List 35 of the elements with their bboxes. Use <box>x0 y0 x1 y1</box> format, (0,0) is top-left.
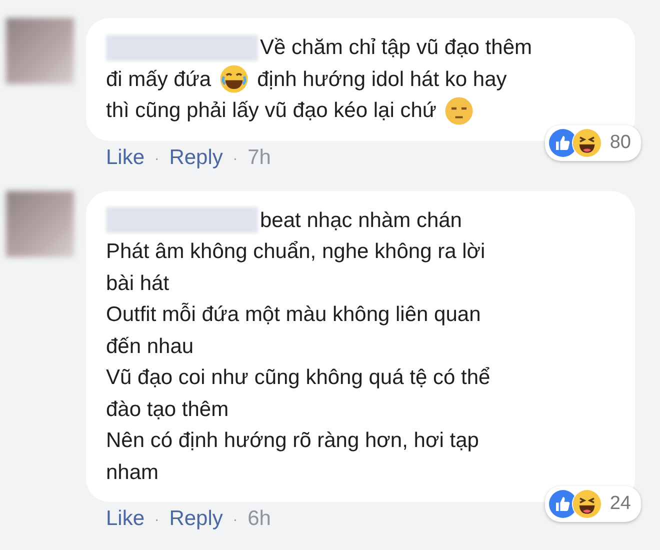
timestamp[interactable]: 6h <box>248 506 271 532</box>
laughing-face-icon <box>572 128 602 158</box>
comment-text: đi mấy đứa <box>106 66 212 92</box>
blurred-name[interactable] <box>106 207 258 234</box>
separator-dot: · <box>232 510 238 529</box>
avatar[interactable] <box>6 18 74 84</box>
reaction-count: 24 <box>610 492 631 516</box>
comment-text: Vũ đạo coi như cũng không quá tệ có thể <box>106 365 490 391</box>
separator-dot: · <box>232 148 238 168</box>
comment-text: bài hát <box>106 270 170 296</box>
comment-text: beat nhạc nhàm chán <box>260 208 462 234</box>
comment-text: thì cũng phải lấy vũ đạo kéo lại chứ <box>106 98 436 124</box>
action-link[interactable]: Like <box>106 506 145 532</box>
comment-text: định hướng idol hát ko hay <box>257 66 507 92</box>
laughing-face-icon <box>572 489 602 519</box>
reactions-badge[interactable]: 80 <box>544 124 641 160</box>
avatar[interactable] <box>6 190 74 256</box>
comment-text: đến nhau <box>106 334 194 360</box>
blurred-name[interactable] <box>106 34 258 61</box>
comment-text: Phát âm không chuẩn, nghe không ra lời <box>106 239 486 265</box>
action-link[interactable]: Reply <box>169 506 223 532</box>
laughing-emoji-icon <box>219 64 250 94</box>
reaction-count: 80 <box>610 130 631 154</box>
reactions-badge[interactable]: 24 <box>544 486 641 522</box>
separator-dot: · <box>154 510 160 529</box>
comment-text: đào tạo thêm <box>106 396 229 422</box>
unamused-emoji-icon <box>444 96 474 126</box>
comment-text: Về chăm chỉ tập vũ đạo thêm <box>260 35 532 61</box>
timestamp[interactable]: 7h <box>248 144 271 170</box>
comment-text: nham <box>106 460 159 486</box>
action-link[interactable]: Reply <box>169 144 223 170</box>
comment-text: Nên có định hướng rõ ràng hơn, hơi tạp <box>106 428 479 454</box>
comment-text: Outfit mỗi đứa một màu không liên quan <box>106 302 481 328</box>
action-link[interactable]: Like <box>106 144 145 170</box>
separator-dot: · <box>154 148 160 168</box>
